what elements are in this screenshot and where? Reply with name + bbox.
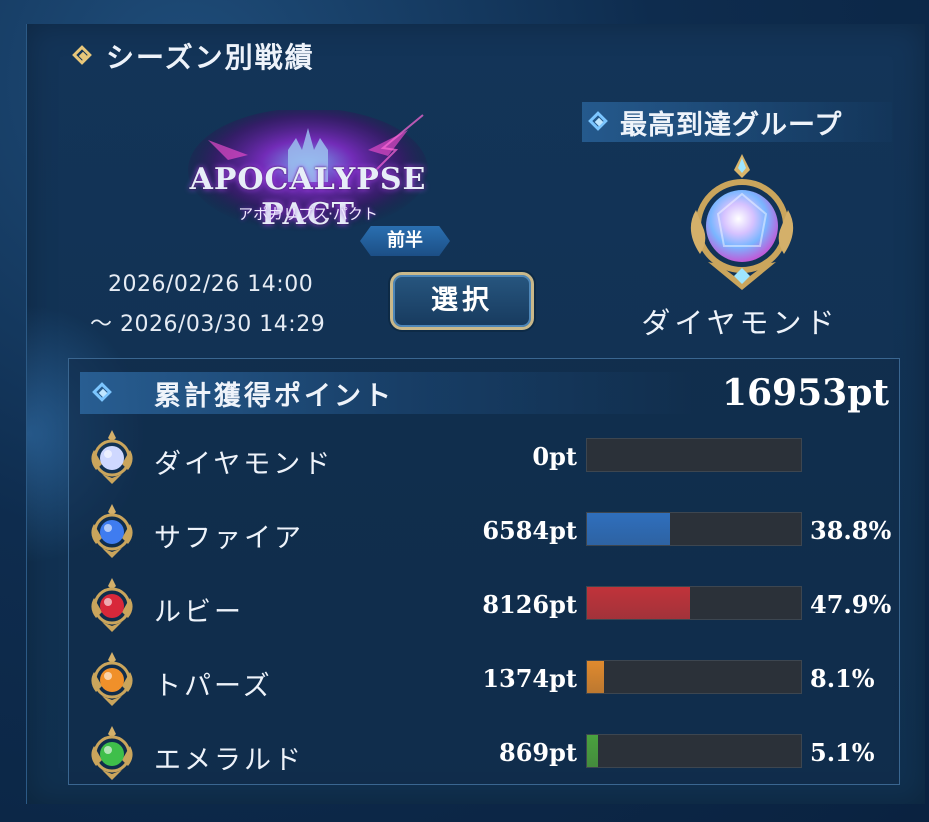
emerald-rank-icon [91, 726, 133, 780]
rank-progress-fill [587, 661, 605, 693]
rank-name: エメラルド [154, 745, 304, 776]
half-badge: 前半 [360, 226, 450, 256]
diamond-bullet-icon [92, 382, 114, 404]
points-total: 16953pt [721, 372, 889, 414]
rank-name: ルビー [154, 597, 244, 628]
rank-name: トパーズ [154, 671, 273, 702]
rank-row-ruby: ルビー 8126pt 47.9% [0, 578, 929, 640]
highest-group-label: 最高到達グループ [620, 109, 843, 141]
rank-progress-bar [586, 660, 802, 694]
rank-name: ダイヤモンド [154, 449, 334, 480]
rank-percent: 8.1% [810, 664, 875, 693]
rank-percent: 47.9% [810, 590, 892, 619]
rank-progress-bar [586, 438, 802, 472]
highest-group-header: 最高到達グループ [582, 102, 892, 142]
season-logo-subtitle: アポカリプス·パクト [238, 205, 378, 223]
points-label: 累計獲得ポイント [154, 381, 394, 412]
ruby-rank-icon [91, 578, 133, 632]
points-panel [68, 358, 900, 785]
rank-points: 869pt [499, 738, 577, 767]
season-end-date: ～ 2026/03/30 14:29 [90, 312, 326, 337]
rank-points: 8126pt [482, 590, 577, 619]
diamond-bullet-icon [588, 111, 610, 133]
season-start-date: 2026/02/26 14:00 [108, 272, 314, 297]
rank-percent: 38.8% [810, 516, 892, 545]
rank-progress-bar [586, 512, 802, 546]
topaz-rank-icon [91, 652, 133, 706]
rank-percent: 5.1% [810, 738, 875, 767]
rank-progress-bar [586, 734, 802, 768]
diamond-rank-emblem-icon [690, 154, 794, 290]
rank-progress-fill [587, 735, 598, 767]
rank-row-sapphire: サファイア 6584pt 38.8% [0, 504, 929, 566]
diamond-bullet-icon [72, 45, 94, 67]
rank-row-topaz: トパーズ 1374pt 8.1% [0, 652, 929, 714]
rank-row-diamond: ダイヤモンド 0pt [0, 430, 929, 492]
rank-points: 0pt [532, 442, 577, 471]
rank-points: 6584pt [482, 516, 577, 545]
sapphire-rank-icon [91, 504, 133, 558]
rank-progress-fill [587, 587, 690, 619]
highest-group-name: ダイヤモンド [641, 306, 839, 340]
section-title-text: シーズン別戦績 [106, 41, 315, 74]
select-button[interactable]: 選択 [390, 272, 534, 330]
rank-progress-bar [586, 586, 802, 620]
diamond-rank-icon [91, 430, 133, 484]
rank-row-emerald: エメラルド 869pt 5.1% [0, 726, 929, 788]
section-title: シーズン別戦績 [72, 36, 315, 76]
rank-name: サファイア [154, 523, 304, 554]
rank-progress-fill [587, 513, 671, 545]
rank-points: 1374pt [482, 664, 577, 693]
